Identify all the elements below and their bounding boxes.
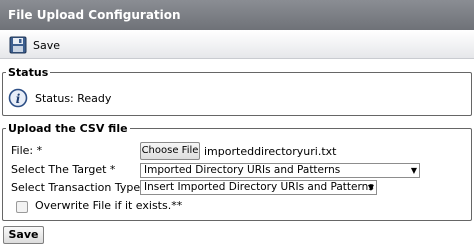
required-mark: *	[109, 163, 116, 176]
target-select[interactable]: Imported Directory URIs and Patterns ▼	[140, 163, 420, 178]
target-select-value: Imported Directory URIs and Patterns	[144, 164, 341, 176]
target-label-text: Select The Target	[11, 163, 107, 176]
upload-legend: Upload the CSV file	[8, 122, 128, 135]
status-legend: Status	[8, 66, 49, 79]
file-label-text: File:	[11, 144, 34, 157]
choose-file-button[interactable]: Choose File	[140, 142, 200, 160]
toolbar-save-label: Save	[33, 38, 61, 52]
target-label: Select The Target *	[11, 163, 115, 176]
svg-text:i: i	[16, 92, 21, 106]
save-button[interactable]: Save	[3, 226, 44, 244]
transaction-label-text: Select Transaction Type	[11, 181, 141, 194]
toolbar-save-button[interactable]: Save	[9, 36, 60, 54]
selected-file-name: importeddirectoryuri.txt	[204, 145, 337, 158]
chevron-down-icon: ▼	[367, 183, 374, 192]
window-title: File Upload Configuration	[0, 0, 474, 30]
required-mark: *	[36, 144, 43, 157]
transaction-type-select[interactable]: Insert Imported Directory URIs and Patte…	[140, 180, 377, 195]
overwrite-checkbox[interactable]	[16, 201, 28, 213]
chevron-down-icon: ▼	[410, 166, 417, 175]
status-message: Status: Ready	[35, 92, 112, 105]
toolbar: Save	[0, 30, 474, 59]
transaction-label: Select Transaction Type *	[11, 181, 149, 194]
status-section: Status	[2, 66, 472, 116]
overwrite-label: Overwrite File if it exists.**	[35, 199, 183, 212]
transaction-select-value: Insert Imported Directory URIs and Patte…	[144, 181, 374, 193]
info-icon: i	[8, 88, 28, 108]
floppy-disk-icon	[9, 36, 27, 54]
file-label: File: *	[11, 144, 42, 157]
